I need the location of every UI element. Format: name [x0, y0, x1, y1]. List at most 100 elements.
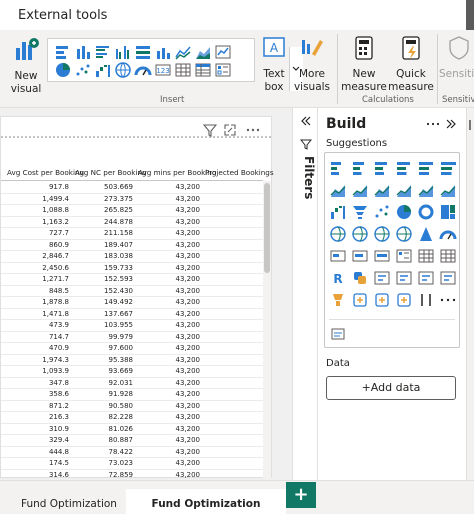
hundred-percent-bar-icon[interactable] [417, 159, 435, 177]
smart-narrative-icon[interactable] [439, 269, 457, 287]
new-measure-button[interactable]: New measure [341, 34, 387, 94]
table-row[interactable]: 871.2 90.580 43,200 [1, 401, 263, 412]
map-icon[interactable] [114, 61, 132, 79]
power-automate-icon[interactable] [373, 291, 391, 309]
column-line-icon[interactable] [154, 43, 172, 61]
column-header-avg-cost[interactable]: Avg Cost per Booking [7, 168, 84, 177]
ribbon-tab-external-tools[interactable]: External tools [18, 8, 107, 23]
double-chevron-right-icon[interactable] [444, 117, 458, 131]
hundred-percent-bar-icon[interactable] [134, 43, 152, 61]
gauge-icon[interactable] [134, 61, 152, 79]
stacked-bar-icon[interactable] [329, 159, 347, 177]
line-chart-icon[interactable] [329, 181, 347, 199]
decomposition-tree-icon[interactable] [395, 269, 413, 287]
table-row[interactable]: 1,271.7 152.593 43,200 [1, 274, 263, 286]
r-visual-icon[interactable]: R [329, 269, 347, 287]
clustered-bar-icon[interactable] [373, 159, 391, 177]
table-row[interactable]: 329.4 80.887 43,200 [1, 435, 263, 447]
hundred-percent-column-icon[interactable] [439, 159, 457, 177]
card-icon[interactable] [329, 247, 347, 265]
python-visual-icon[interactable] [351, 269, 369, 287]
funnel-chart-icon[interactable] [351, 203, 369, 221]
table-row[interactable]: 174.5 73.023 43,200 [1, 458, 263, 470]
shape-map-icon[interactable] [395, 225, 413, 243]
table-row[interactable]: 1,093.9 93.669 43,200 [1, 366, 263, 378]
stacked-area-icon[interactable] [373, 181, 391, 199]
table-icon[interactable] [417, 247, 435, 265]
map-icon[interactable] [329, 225, 347, 243]
waterfall-chart-icon[interactable] [329, 203, 347, 221]
scrollbar-thumb[interactable] [264, 183, 270, 273]
collapsed-right-pane[interactable] [466, 108, 474, 480]
table-row[interactable]: 470.9 97.600 43,200 [1, 343, 263, 355]
area-chart-icon[interactable] [351, 181, 369, 199]
table-vertical-scrollbar[interactable] [263, 181, 271, 479]
get-more-visuals-icon[interactable] [417, 291, 435, 309]
scatter-chart-icon[interactable] [74, 61, 92, 79]
filled-map-icon[interactable] [351, 225, 369, 243]
more-visuals-button[interactable]: More visuals [291, 34, 333, 94]
table-row[interactable]: 444.8 78.422 43,200 [1, 447, 263, 458]
table-row[interactable]: 1,878.8 149.492 43,200 [1, 297, 263, 309]
table-row[interactable]: 473.9 103.955 43,200 [1, 320, 263, 332]
table-row[interactable]: 860.9 189.407 43,200 [1, 240, 263, 251]
power-apps-icon[interactable] [351, 291, 369, 309]
table-row[interactable]: 347.8 92.031 43,200 [1, 378, 263, 389]
table-row[interactable]: 917.8 503.669 43,200 [1, 182, 263, 194]
line-clustered-column-icon[interactable] [417, 181, 435, 199]
clustered-column-icon[interactable] [114, 43, 132, 61]
slicer-icon[interactable] [395, 247, 413, 265]
filters-pane[interactable]: Filters [292, 108, 318, 480]
table-visual[interactable]: Avg Cost per Booking Avg NC per Booking … [0, 116, 274, 515]
add-data-button[interactable]: +Add data [326, 376, 456, 400]
text-box-button[interactable]: A Text box [258, 34, 290, 94]
table-row[interactable]: 848.5 152.430 43,200 [1, 286, 263, 297]
pie-chart-icon[interactable] [54, 61, 72, 79]
treemap-icon[interactable] [439, 203, 457, 221]
table-row[interactable]: 2,846.7 183.038 43,200 [1, 251, 263, 263]
add-page-button[interactable]: + [286, 482, 316, 508]
quick-measure-button[interactable]: Quick measure [387, 34, 435, 94]
kpi-icon[interactable] [373, 247, 391, 265]
multi-row-card-icon[interactable] [351, 247, 369, 265]
card-icon[interactable]: 123 [154, 61, 172, 79]
table-icon[interactable] [174, 61, 192, 79]
more-icon[interactable] [439, 291, 457, 309]
column-header-projected-bookings[interactable]: Projected Bookings [205, 168, 274, 177]
table-row[interactable]: 310.9 81.026 43,200 [1, 424, 263, 435]
table-row[interactable]: 1,499.4 273.375 43,200 [1, 194, 263, 205]
clustered-column-icon[interactable] [395, 159, 413, 177]
table-row[interactable]: 1,088.8 265.825 43,200 [1, 205, 263, 217]
qa-visual-icon[interactable] [417, 269, 435, 287]
table-row[interactable]: 1,974.3 95.388 43,200 [1, 355, 263, 366]
stacked-bar-icon[interactable] [54, 43, 72, 61]
new-visual-button[interactable]: New visual [4, 34, 48, 96]
double-chevron-left-icon[interactable] [299, 114, 313, 128]
matrix-icon[interactable] [439, 247, 457, 265]
metrics-icon[interactable] [395, 291, 413, 309]
table-row[interactable]: 216.3 82.228 43,200 [1, 412, 263, 424]
matrix-icon[interactable] [194, 61, 212, 79]
table-row[interactable]: 2,450.6 159.733 43,200 [1, 263, 263, 274]
stacked-column-icon[interactable] [74, 43, 92, 61]
ribbon-chart-icon[interactable] [214, 43, 232, 61]
import-visual-icon[interactable] [329, 325, 347, 343]
table-row[interactable]: 1,163.2 244.878 43,200 [1, 217, 263, 228]
scatter-chart-icon[interactable] [373, 203, 391, 221]
stacked-column-icon[interactable] [351, 159, 369, 177]
paginated-report-icon[interactable] [329, 291, 347, 309]
more-options-icon[interactable] [426, 118, 440, 130]
pie-chart-icon[interactable] [395, 203, 413, 221]
arcgis-map-icon[interactable] [417, 225, 435, 243]
table-row[interactable]: 714.7 99.979 43,200 [1, 332, 263, 343]
azure-map-icon[interactable] [373, 225, 391, 243]
waterfall-chart-icon[interactable] [94, 61, 112, 79]
slicer-icon[interactable] [214, 61, 232, 79]
area-chart-icon[interactable] [194, 43, 212, 61]
key-influencers-icon[interactable] [373, 269, 391, 287]
more-options-icon[interactable] [245, 125, 261, 135]
ribbon-chart-icon[interactable] [439, 181, 457, 199]
line-column-icon[interactable] [395, 181, 413, 199]
gauge-icon[interactable] [439, 225, 457, 243]
clustered-bar-icon[interactable] [94, 43, 112, 61]
